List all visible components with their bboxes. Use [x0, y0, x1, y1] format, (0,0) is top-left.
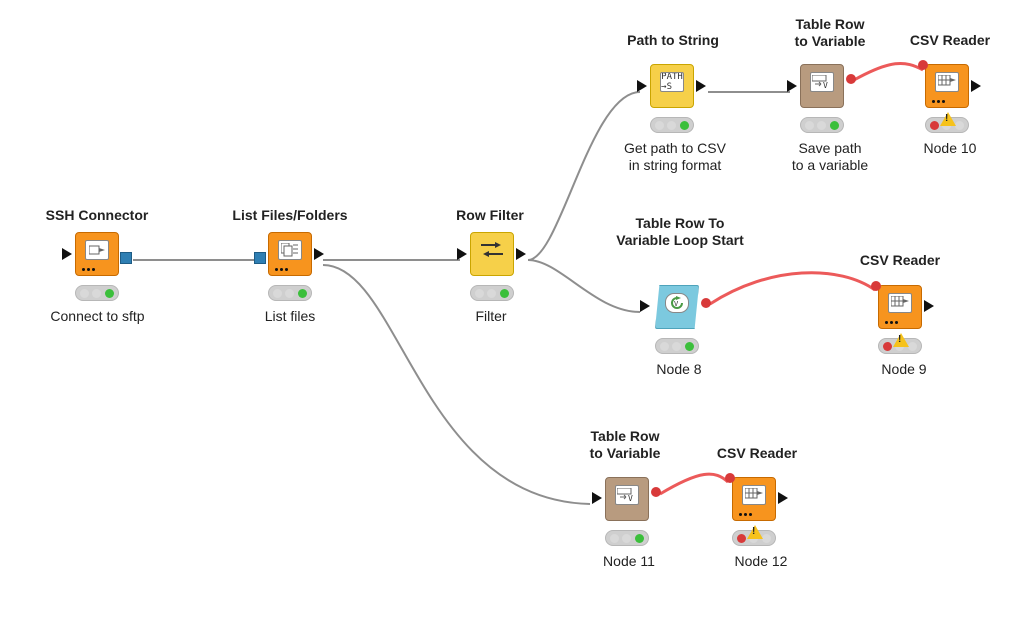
port-out-connection — [120, 252, 132, 264]
node-list-files[interactable] — [268, 232, 312, 276]
node-title-row-to-variable-11: Table Row to Variable — [565, 428, 685, 462]
port-out-variable — [651, 487, 661, 497]
svg-text:V: V — [674, 300, 679, 308]
node-row-filter[interactable] — [470, 232, 514, 276]
port-in — [640, 300, 650, 312]
node-csv-reader-12[interactable] — [732, 477, 776, 521]
node-csv-reader-9[interactable] — [878, 285, 922, 329]
row-filter-icon — [478, 238, 506, 262]
node-csv-reader-10[interactable] — [925, 64, 969, 108]
node-caption-row-filter: Filter — [455, 308, 527, 325]
node-caption-list-files: List files — [245, 308, 335, 325]
node-caption-csv-reader-12: Node 12 — [722, 553, 800, 570]
port-out — [778, 492, 788, 504]
node-caption-csv-reader-10: Node 10 — [915, 140, 985, 157]
list-files-icon — [278, 240, 302, 260]
status-ssh-connector — [75, 285, 119, 301]
node-caption-loop-start: Node 8 — [640, 361, 718, 378]
node-title-row-filter: Row Filter — [440, 207, 540, 224]
node-row-to-variable-11[interactable]: V — [605, 477, 649, 521]
port-in-connection — [254, 252, 266, 264]
status-row-to-variable-top — [800, 117, 844, 133]
table-row-to-variable-icon: V — [810, 72, 834, 92]
port-out — [696, 80, 706, 92]
port-out — [314, 248, 324, 260]
port-in-variable — [725, 473, 735, 483]
port-out-variable — [846, 74, 856, 84]
node-title-csv-reader-10: CSV Reader — [895, 32, 1005, 49]
node-caption-path-to-string: Get path to CSV in string format — [610, 140, 740, 174]
node-caption-row-to-variable-11: Node 11 — [590, 553, 668, 570]
node-title-path-to-string: Path to String — [608, 32, 738, 49]
node-title-ssh-connector: SSH Connector — [32, 207, 162, 224]
status-loop-start — [655, 338, 699, 354]
node-caption-row-to-variable-top: Save path to a variable — [775, 140, 885, 174]
node-path-to-string[interactable]: PATH→S — [650, 64, 694, 108]
node-row-to-variable-top[interactable]: V — [800, 64, 844, 108]
node-loop-start[interactable]: V — [655, 285, 699, 329]
status-row-filter — [470, 285, 514, 301]
table-row-to-variable-icon: V — [615, 485, 639, 505]
port-out-variable — [701, 298, 711, 308]
csv-reader-icon — [888, 293, 912, 313]
warning-icon — [893, 333, 909, 347]
warning-icon — [940, 112, 956, 126]
port-in-variable — [918, 60, 928, 70]
port-out — [924, 300, 934, 312]
status-list-files — [268, 285, 312, 301]
port-in — [592, 492, 602, 504]
node-title-list-files: List Files/Folders — [215, 207, 365, 224]
port-in — [62, 248, 72, 260]
csv-reader-icon — [742, 485, 766, 505]
warning-icon — [747, 525, 763, 539]
node-caption-ssh-connector: Connect to sftp — [40, 308, 155, 325]
svg-text:V: V — [628, 494, 633, 502]
node-title-csv-reader-12: CSV Reader — [702, 445, 812, 462]
status-path-to-string — [650, 117, 694, 133]
svg-text:V: V — [823, 81, 828, 89]
node-title-row-to-variable-top: Table Row to Variable — [770, 16, 890, 50]
port-in — [457, 248, 467, 260]
port-in-variable — [871, 281, 881, 291]
ssh-connector-icon — [85, 240, 109, 260]
port-in — [637, 80, 647, 92]
workflow-canvas: SSH Connector Connect to sftp List Files… — [0, 0, 1024, 629]
node-title-loop-start: Table Row To Variable Loop Start — [600, 215, 760, 249]
path-to-string-icon: PATH→S — [660, 72, 684, 92]
port-in — [787, 80, 797, 92]
node-caption-csv-reader-9: Node 9 — [865, 361, 943, 378]
status-row-to-variable-11 — [605, 530, 649, 546]
loop-start-icon: V — [665, 293, 689, 313]
port-out — [971, 80, 981, 92]
node-title-csv-reader-9: CSV Reader — [845, 252, 955, 269]
node-ssh-connector[interactable] — [75, 232, 119, 276]
csv-reader-icon — [935, 72, 959, 92]
port-out — [516, 248, 526, 260]
